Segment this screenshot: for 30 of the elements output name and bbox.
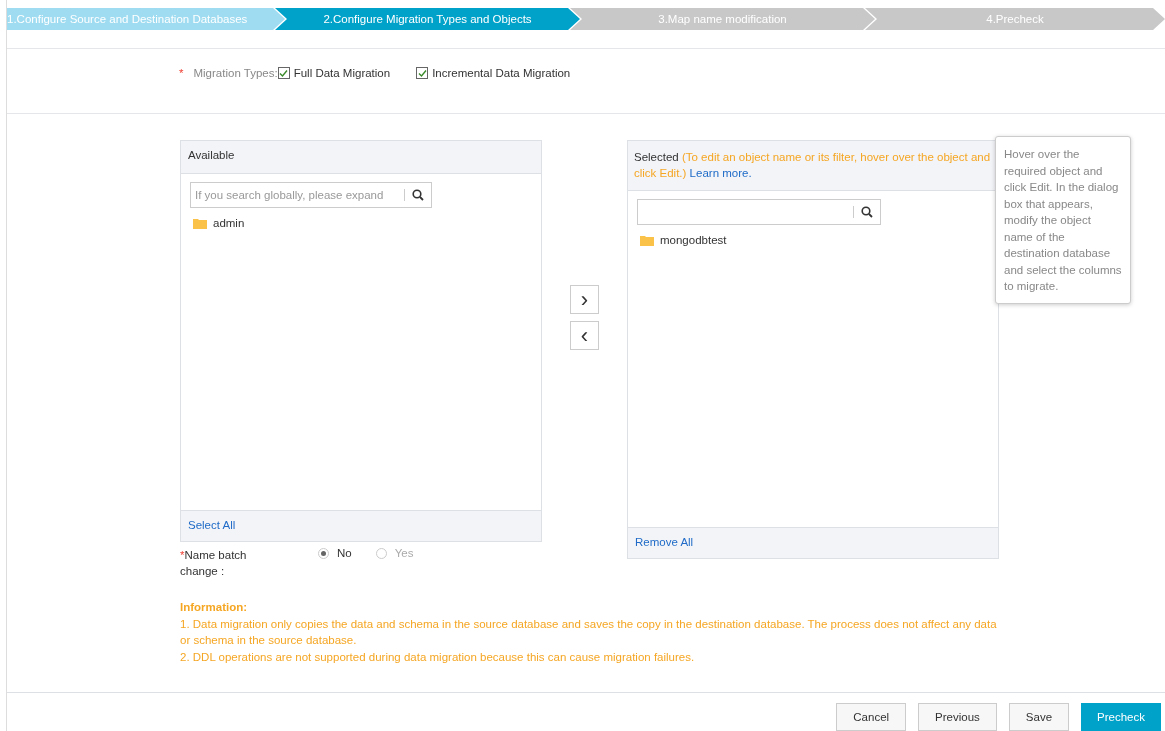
- move-button[interactable]: ›: [570, 285, 599, 314]
- checkbox-icon[interactable]: [416, 67, 429, 79]
- search-icon[interactable]: [412, 189, 424, 201]
- learn-more-link[interactable]: Learn more.: [689, 167, 752, 179]
- migration-types-label: Migration Types:: [193, 67, 278, 79]
- tree-item[interactable]: admin: [213, 217, 245, 229]
- panel-title: Selected (To edit an object name or its filter, hover over the object and click Edit.) Learn more.: [634, 151, 991, 179]
- tree-item[interactable]: mongodbtest: [660, 234, 727, 246]
- migration-type-checkbox[interactable]: Full Data Migration: [277, 67, 391, 79]
- footer-button[interactable]: Cancel: [836, 703, 907, 731]
- select-all-link[interactable]: Select All: [188, 519, 236, 531]
- search-field[interactable]: If you search globally, please expand: [190, 182, 432, 208]
- footer-button[interactable]: Save: [1008, 703, 1070, 731]
- required-mark: *: [179, 67, 184, 79]
- remove-all-link[interactable]: Remove All: [635, 536, 694, 548]
- migration-type-checkbox[interactable]: Incremental Data Migration: [416, 67, 571, 79]
- radio-option[interactable]: No: [318, 547, 352, 559]
- information-text: 2. DDL operations are not supported during data migration because this can cause migration failures.: [180, 649, 696, 665]
- folder-icon: [640, 234, 654, 246]
- information-text: 1. Data migration only copies the data and schema in the source database and saves the copy in the destination database. The process does not affect any data or schema in the source database.: [180, 616, 998, 648]
- folder-icon: [193, 217, 207, 229]
- checkbox-icon[interactable]: [277, 67, 290, 79]
- search-field[interactable]: [637, 199, 881, 225]
- panel-title: Available: [188, 149, 235, 161]
- move-button[interactable]: ‹: [570, 321, 599, 350]
- tooltip: Hover over the required object and click Edit. In the dialog box that appears, modify the object name of the destination database and select the columns to migrate.: [995, 136, 1131, 304]
- search-icon[interactable]: [861, 206, 873, 218]
- footer-button[interactable]: Previous: [918, 703, 997, 731]
- information-title: Information:: [180, 600, 249, 615]
- name-batch-change-label: *Name batch change :: [180, 548, 248, 579]
